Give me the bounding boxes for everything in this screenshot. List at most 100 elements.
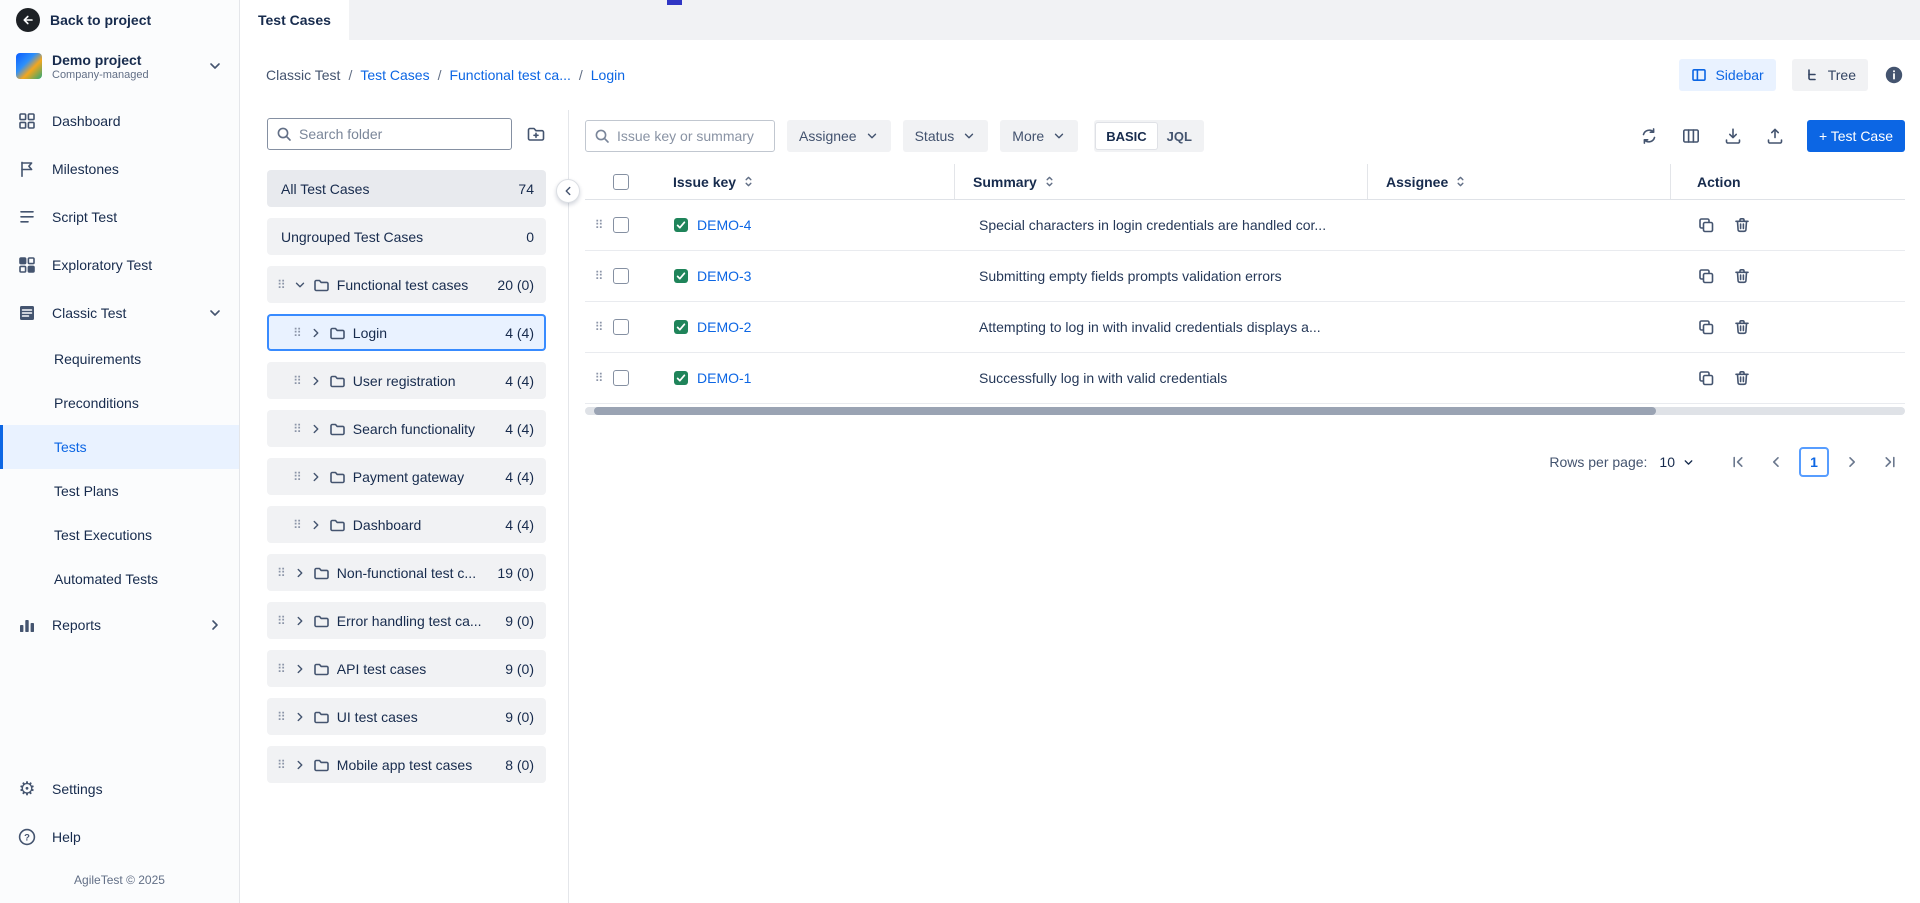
sidebar-item-reports[interactable]: Reports: [0, 601, 239, 649]
chevron-expand-icon[interactable]: [293, 758, 307, 772]
new-folder-icon[interactable]: [526, 124, 546, 144]
refresh-icon[interactable]: [1639, 126, 1659, 146]
drag-handle-icon[interactable]: ⠿: [293, 374, 302, 388]
mode-basic-segment[interactable]: BASIC: [1096, 123, 1156, 149]
folder-item[interactable]: ⠿ User registration 4 (4): [267, 362, 546, 399]
header-assignee[interactable]: Assignee: [1368, 164, 1671, 199]
folder-item[interactable]: All Test Cases 74: [267, 170, 546, 207]
sidebar-item-test-plans[interactable]: Test Plans: [0, 469, 239, 513]
drag-handle-icon[interactable]: ⠿: [585, 320, 613, 334]
chevron-expand-icon[interactable]: [293, 614, 307, 628]
sidebar-item-help[interactable]: ? Help: [0, 813, 239, 861]
issue-key-link[interactable]: DEMO-4: [697, 217, 751, 233]
row-checkbox[interactable]: [613, 268, 629, 284]
columns-icon[interactable]: [1681, 126, 1701, 146]
breadcrumb-item[interactable]: Functional test ca...: [449, 67, 570, 83]
drag-handle-icon[interactable]: ⠿: [293, 422, 302, 436]
chevron-expand-icon[interactable]: [293, 566, 307, 580]
sidebar-item-preconditions[interactable]: Preconditions: [0, 381, 239, 425]
drag-handle-icon[interactable]: ⠿: [293, 470, 302, 484]
tree-view-button[interactable]: Tree: [1792, 59, 1868, 91]
sidebar-item-classic-test[interactable]: Classic Test: [0, 289, 239, 337]
issue-key-link[interactable]: DEMO-3: [697, 268, 751, 284]
folder-item[interactable]: ⠿ Error handling test ca... 9 (0): [267, 602, 546, 639]
drag-handle-icon[interactable]: ⠿: [277, 662, 286, 676]
copy-icon[interactable]: [1697, 216, 1715, 234]
download-icon[interactable]: [1723, 126, 1743, 146]
sidebar-item-tests[interactable]: Tests: [0, 425, 239, 469]
folder-item[interactable]: Ungrouped Test Cases 0: [267, 218, 546, 255]
sidebar-item-dashboard[interactable]: Dashboard: [0, 97, 239, 145]
chevron-expand-icon[interactable]: [309, 518, 323, 532]
chevron-expand-icon[interactable]: [309, 422, 323, 436]
drag-handle-icon[interactable]: ⠿: [293, 518, 302, 532]
folder-item[interactable]: ⠿ Functional test cases 20 (0): [267, 266, 546, 303]
drag-handle-icon[interactable]: ⠿: [585, 218, 613, 232]
horizontal-scrollbar-thumb[interactable]: [594, 407, 1656, 415]
more-filter-dropdown[interactable]: More: [1000, 120, 1078, 152]
first-page-button[interactable]: [1723, 447, 1753, 477]
breadcrumb-item[interactable]: Login: [591, 67, 625, 83]
info-icon[interactable]: [1884, 65, 1904, 85]
folder-item[interactable]: ⠿ UI test cases 9 (0): [267, 698, 546, 735]
status-filter-dropdown[interactable]: Status: [903, 120, 989, 152]
sidebar-view-button[interactable]: Sidebar: [1679, 59, 1775, 91]
sidebar-item-requirements[interactable]: Requirements: [0, 337, 239, 381]
delete-icon[interactable]: [1733, 267, 1751, 285]
drag-handle-icon[interactable]: ⠿: [277, 278, 286, 292]
drag-handle-icon[interactable]: ⠿: [585, 371, 613, 385]
copy-icon[interactable]: [1697, 369, 1715, 387]
copy-icon[interactable]: [1697, 267, 1715, 285]
drag-handle-icon[interactable]: ⠿: [277, 566, 286, 580]
header-issue-key[interactable]: Issue key: [655, 164, 955, 199]
chevron-expand-icon[interactable]: [293, 278, 307, 292]
drag-handle-icon[interactable]: ⠿: [277, 710, 286, 724]
project-switcher[interactable]: Demo project Company-managed: [0, 40, 239, 97]
sidebar-item-test-executions[interactable]: Test Executions: [0, 513, 239, 557]
delete-icon[interactable]: [1733, 369, 1751, 387]
folder-item[interactable]: ⠿ Mobile app test cases 8 (0): [267, 746, 546, 783]
current-page-button[interactable]: 1: [1799, 447, 1829, 477]
issue-search-field[interactable]: [585, 120, 775, 152]
folder-search-input[interactable]: [299, 126, 503, 142]
drag-handle-icon[interactable]: ⠿: [277, 614, 286, 628]
select-all-checkbox[interactable]: [613, 174, 629, 190]
drag-handle-icon[interactable]: ⠿: [293, 326, 302, 340]
copy-icon[interactable]: [1697, 318, 1715, 336]
folder-item[interactable]: ⠿ Non-functional test c... 19 (0): [267, 554, 546, 591]
collapse-panel-button[interactable]: [556, 179, 580, 203]
folder-item[interactable]: ⠿ Search functionality 4 (4): [267, 410, 546, 447]
issue-key-link[interactable]: DEMO-2: [697, 319, 751, 335]
mode-jql-segment[interactable]: JQL: [1157, 123, 1202, 149]
upload-icon[interactable]: [1765, 126, 1785, 146]
chevron-expand-icon[interactable]: [293, 710, 307, 724]
chevron-expand-icon[interactable]: [309, 374, 323, 388]
horizontal-scrollbar-track[interactable]: [585, 407, 1905, 415]
drag-handle-icon[interactable]: ⠿: [585, 269, 613, 283]
sidebar-item-exploratory-test[interactable]: Exploratory Test: [0, 241, 239, 289]
tab-test-cases[interactable]: Test Cases: [240, 0, 349, 40]
folder-item[interactable]: ⠿ API test cases 9 (0): [267, 650, 546, 687]
assignee-filter-dropdown[interactable]: Assignee: [787, 120, 891, 152]
folder-item[interactable]: ⠿ Login 4 (4): [267, 314, 546, 351]
header-summary[interactable]: Summary: [955, 164, 1368, 199]
folder-item[interactable]: ⠿ Dashboard 4 (4): [267, 506, 546, 543]
issue-key-link[interactable]: DEMO-1: [697, 370, 751, 386]
issue-search-input[interactable]: [617, 128, 766, 144]
breadcrumb-item[interactable]: Test Cases: [360, 67, 429, 83]
chevron-expand-icon[interactable]: [309, 470, 323, 484]
new-test-case-button[interactable]: + Test Case: [1807, 120, 1905, 152]
rows-per-page-select[interactable]: 10: [1659, 454, 1695, 470]
row-checkbox[interactable]: [613, 319, 629, 335]
back-to-project-button[interactable]: Back to project: [0, 0, 239, 40]
chevron-expand-icon[interactable]: [309, 326, 323, 340]
last-page-button[interactable]: [1875, 447, 1905, 477]
folder-item[interactable]: ⠿ Payment gateway 4 (4): [267, 458, 546, 495]
folder-search-field[interactable]: [267, 118, 512, 150]
delete-icon[interactable]: [1733, 216, 1751, 234]
sidebar-item-script-test[interactable]: Script Test: [0, 193, 239, 241]
row-checkbox[interactable]: [613, 217, 629, 233]
sidebar-item-milestones[interactable]: Milestones: [0, 145, 239, 193]
prev-page-button[interactable]: [1761, 447, 1791, 477]
next-page-button[interactable]: [1837, 447, 1867, 477]
